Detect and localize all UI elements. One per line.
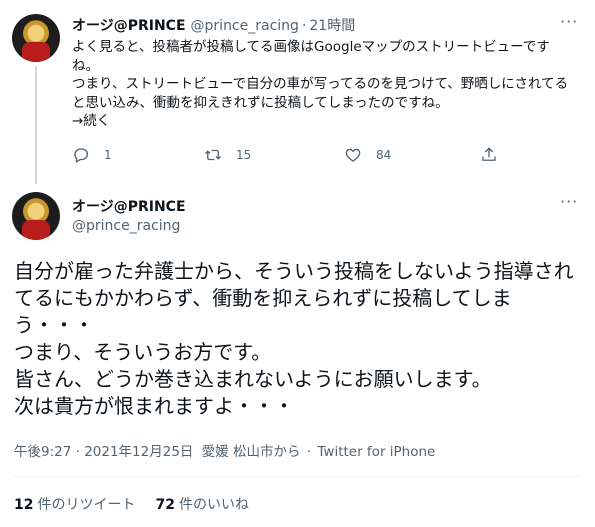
reply-icon: [74, 148, 89, 163]
likes-count: 72: [155, 497, 175, 513]
share-button[interactable]: [480, 146, 498, 164]
retweet-button[interactable]: 15: [204, 146, 251, 164]
retweet-icon: [205, 149, 221, 161]
separator: ·: [306, 444, 312, 460]
like-button[interactable]: 84: [344, 146, 391, 164]
engagement-stats: 12 件のリツイート 72 件のいいね: [14, 494, 249, 514]
likes-stat[interactable]: 72 件のいいね: [155, 494, 248, 514]
reply-tweet-header: オージ@PRINCE @prince_racing · 21時間: [72, 15, 355, 35]
more-options-icon[interactable]: ···: [560, 192, 578, 211]
divider: [14, 476, 581, 477]
more-options-icon[interactable]: ···: [560, 12, 578, 31]
avatar[interactable]: [12, 192, 60, 240]
tweet-timestamp[interactable]: 午後9:27 · 2021年12月25日: [14, 444, 193, 460]
main-tweet-text: 自分が雇った弁護士から、そういう投稿をしないよう指導されてるにもかかわらず、衝動…: [14, 259, 574, 418]
retweets-count: 12: [14, 497, 34, 513]
handle[interactable]: @prince_racing: [191, 18, 299, 34]
avatar[interactable]: [12, 14, 60, 62]
tweet-metadata: 午後9:27 · 2021年12月25日 愛媛 松山市から · Twitter …: [14, 440, 435, 460]
retweets-label: 件のリツイート: [37, 497, 136, 513]
reply-count: 1: [104, 148, 112, 162]
reply-tweet-actions: 1 15 84: [72, 146, 512, 170]
display-name[interactable]: オージ@PRINCE: [72, 196, 186, 216]
like-count: 84: [376, 148, 392, 162]
retweet-count: 15: [236, 148, 252, 162]
display-name[interactable]: オージ@PRINCE: [72, 15, 186, 35]
heart-icon: [345, 148, 361, 162]
retweets-stat[interactable]: 12 件のリツイート: [14, 494, 135, 514]
thread-connector-line: [35, 66, 37, 184]
tweet-location[interactable]: 愛媛 松山市から: [202, 444, 301, 460]
likes-label: 件のいいね: [178, 497, 249, 513]
share-icon: [482, 147, 496, 161]
handle[interactable]: @prince_racing: [72, 218, 180, 234]
tweet-source[interactable]: Twitter for iPhone: [317, 444, 435, 460]
tweet-time[interactable]: 21時間: [309, 15, 355, 35]
reply-button[interactable]: 1: [72, 146, 112, 164]
separator: ·: [301, 18, 307, 34]
reply-tweet-text: よく見ると、投稿者が投稿してる画像はGoogleマップのストリートビューですね。…: [72, 39, 569, 129]
